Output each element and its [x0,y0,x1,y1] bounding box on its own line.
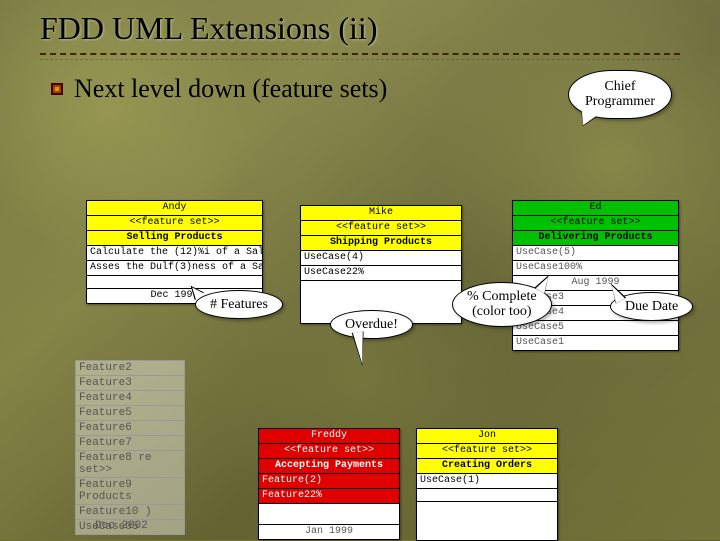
callout-due-date: Due Date [610,292,693,321]
list-item: Feature5 [75,405,185,420]
bullet-icon [50,82,64,96]
card-owner: Jon [417,429,557,444]
card-feature-line: Asses the Dulf(3)ness of a Sale22% [87,261,262,276]
card-feature-line: UseCase(5) [513,246,678,261]
card-name: Delivering Products [513,231,678,246]
feature-set-card: Ed <<feature set>> Delivering Products U… [512,200,679,351]
title-divider [40,53,680,60]
card-name: Shipping Products [301,236,461,251]
card-feature-line: UseCase(1) [417,474,557,489]
callout-pct-complete: % Complete (color too) [452,282,552,327]
card-feature-line: Feature22% [259,489,399,504]
card-stereotype: <<feature set>> [301,221,461,236]
card-feature-line [417,489,557,502]
card-feature-line: UseCase22% [301,266,461,281]
card-date: Jan 1999 [259,525,399,539]
list-item: Feature10 ) [75,504,185,519]
faded-feature-stack: Feature2 Feature3 Feature4 Feature5 Feat… [75,360,185,535]
list-item: Feature3 [75,375,185,390]
callout-chief-programmer: Chief Programmer [568,70,672,119]
card-feature-line: UseCase(4) [301,251,461,266]
bullet-text: Next level down (feature sets) [74,74,387,104]
card-stereotype: <<feature set>> [417,444,557,459]
card-stereotype: <<feature set>> [259,444,399,459]
card-name: Creating Orders [417,459,557,474]
feature-set-card: Freddy <<feature set>> Accepting Payment… [258,428,400,540]
callout-text: # Features [195,290,283,319]
slide-surface: FDD UML Extensions (ii) Next level down … [0,0,720,540]
card-feature-line: Calculate the (12)%i of a Sal [87,246,262,261]
card-owner: Ed [513,201,678,216]
list-item: Feature6 [75,420,185,435]
card-spacer [417,502,557,540]
card-stereotype: <<feature set>> [87,216,262,231]
card-feature-line: UseCase100% [513,261,678,276]
card-spacer [87,276,262,289]
card-owner: Mike [301,206,461,221]
callout-overdue: Overdue! [330,310,413,339]
feature-set-card: Andy <<feature set>> Selling Products Ca… [86,200,263,304]
card-owner: Freddy [259,429,399,444]
card-stereotype: <<feature set>> [513,216,678,231]
card-feature-line: UseCase1 [513,336,678,350]
list-item: Feature7 [75,435,185,450]
card-owner: Andy [87,201,262,216]
callout-num-features: # Features [195,290,283,319]
list-item: Feature2 [75,360,185,375]
callout-text: Overdue! [330,310,413,339]
feature-set-card: Mike <<feature set>> Shipping Products U… [300,205,462,324]
card-name: Selling Products [87,231,262,246]
slide-title: FDD UML Extensions (ii) [40,10,720,47]
card-name: Accepting Payments [259,459,399,474]
card-spacer [259,504,399,525]
stack-date: Dec 2002 [95,520,148,532]
card-feature-line: Feature(2) [259,474,399,489]
list-item: Feature9 Products [75,477,185,504]
list-item: Feature4 [75,390,185,405]
feature-set-card: Jon <<feature set>> Creating Orders UseC… [416,428,558,541]
list-item: Feature8 re set>> [75,450,185,477]
